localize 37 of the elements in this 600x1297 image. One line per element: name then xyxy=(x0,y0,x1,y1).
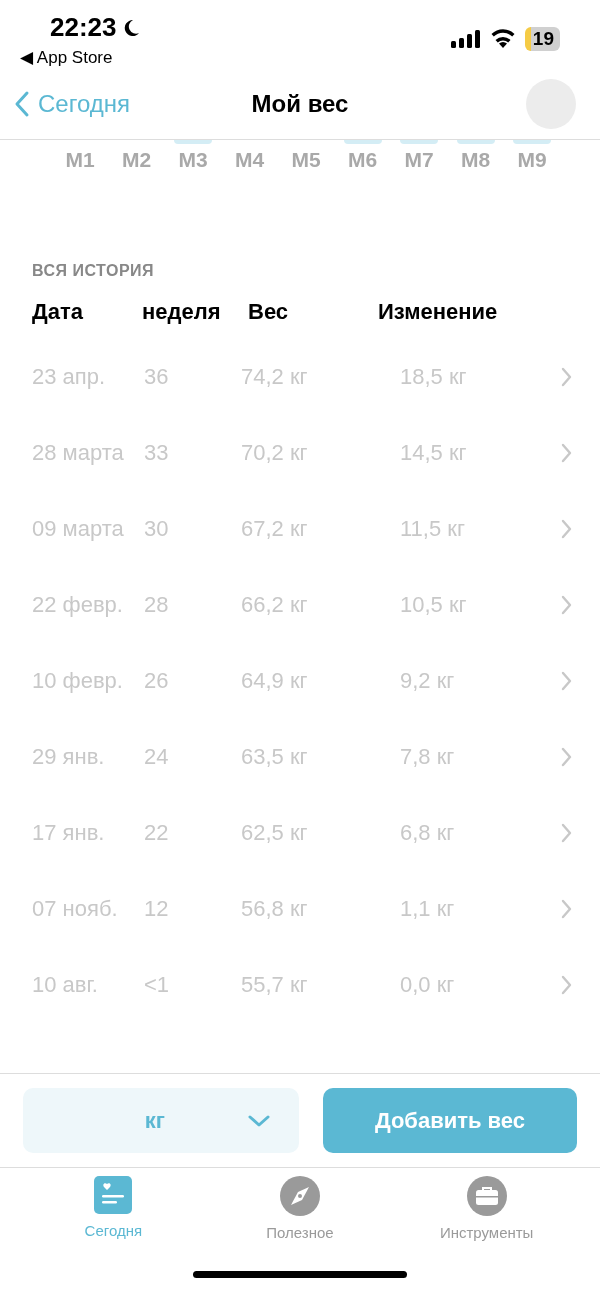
battery-indicator: 19 xyxy=(524,27,560,51)
unit-dropdown[interactable]: кг xyxy=(23,1088,299,1153)
compass-icon xyxy=(280,1176,320,1216)
chevron-right-icon xyxy=(560,747,572,767)
briefcase-icon xyxy=(466,1176,507,1216)
chevron-right-icon xyxy=(560,595,572,615)
column-header: Изменение xyxy=(378,299,499,325)
month-label: M1 xyxy=(65,148,95,172)
month-label: M3 xyxy=(178,148,208,172)
clock-time: 22:23 xyxy=(50,12,117,43)
tab-bar-item[interactable]: Полезное xyxy=(225,1176,375,1256)
chevron-right-icon xyxy=(560,443,572,463)
month-label: M2 xyxy=(121,148,152,172)
month-label: M9 xyxy=(517,148,547,172)
chevron-right-icon xyxy=(560,899,572,919)
tab-bar-item[interactable]: Сегодня xyxy=(38,1176,189,1256)
chevron-right-icon xyxy=(560,975,572,995)
column-header: неделя xyxy=(142,299,222,325)
signal-icon xyxy=(450,29,481,49)
month-label: M6 xyxy=(347,148,378,172)
chevron-right-icon xyxy=(560,823,572,843)
chevron-right-icon xyxy=(560,671,572,691)
month-label: M8 xyxy=(460,148,491,172)
tab-bar-item[interactable]: Инструменты xyxy=(411,1176,562,1256)
month-label: M5 xyxy=(291,148,321,172)
chevron-right-icon xyxy=(560,367,572,387)
month-label: M4 xyxy=(234,148,265,172)
back-to-app-link[interactable]: ◀ App Store xyxy=(20,47,141,68)
chevron-left-icon xyxy=(14,89,30,118)
add-weight-button[interactable]: Добавить вес xyxy=(323,1088,577,1153)
screen-title: Мой вес xyxy=(251,89,349,118)
back-button[interactable]: Сегодня xyxy=(14,89,130,118)
chevron-down-icon xyxy=(247,1113,271,1128)
section-title: ВСЯ ИСТОРИЯ xyxy=(32,262,156,280)
month-label: M7 xyxy=(404,148,434,172)
column-header: Дата xyxy=(32,299,84,325)
chevron-right-icon xyxy=(560,519,572,539)
